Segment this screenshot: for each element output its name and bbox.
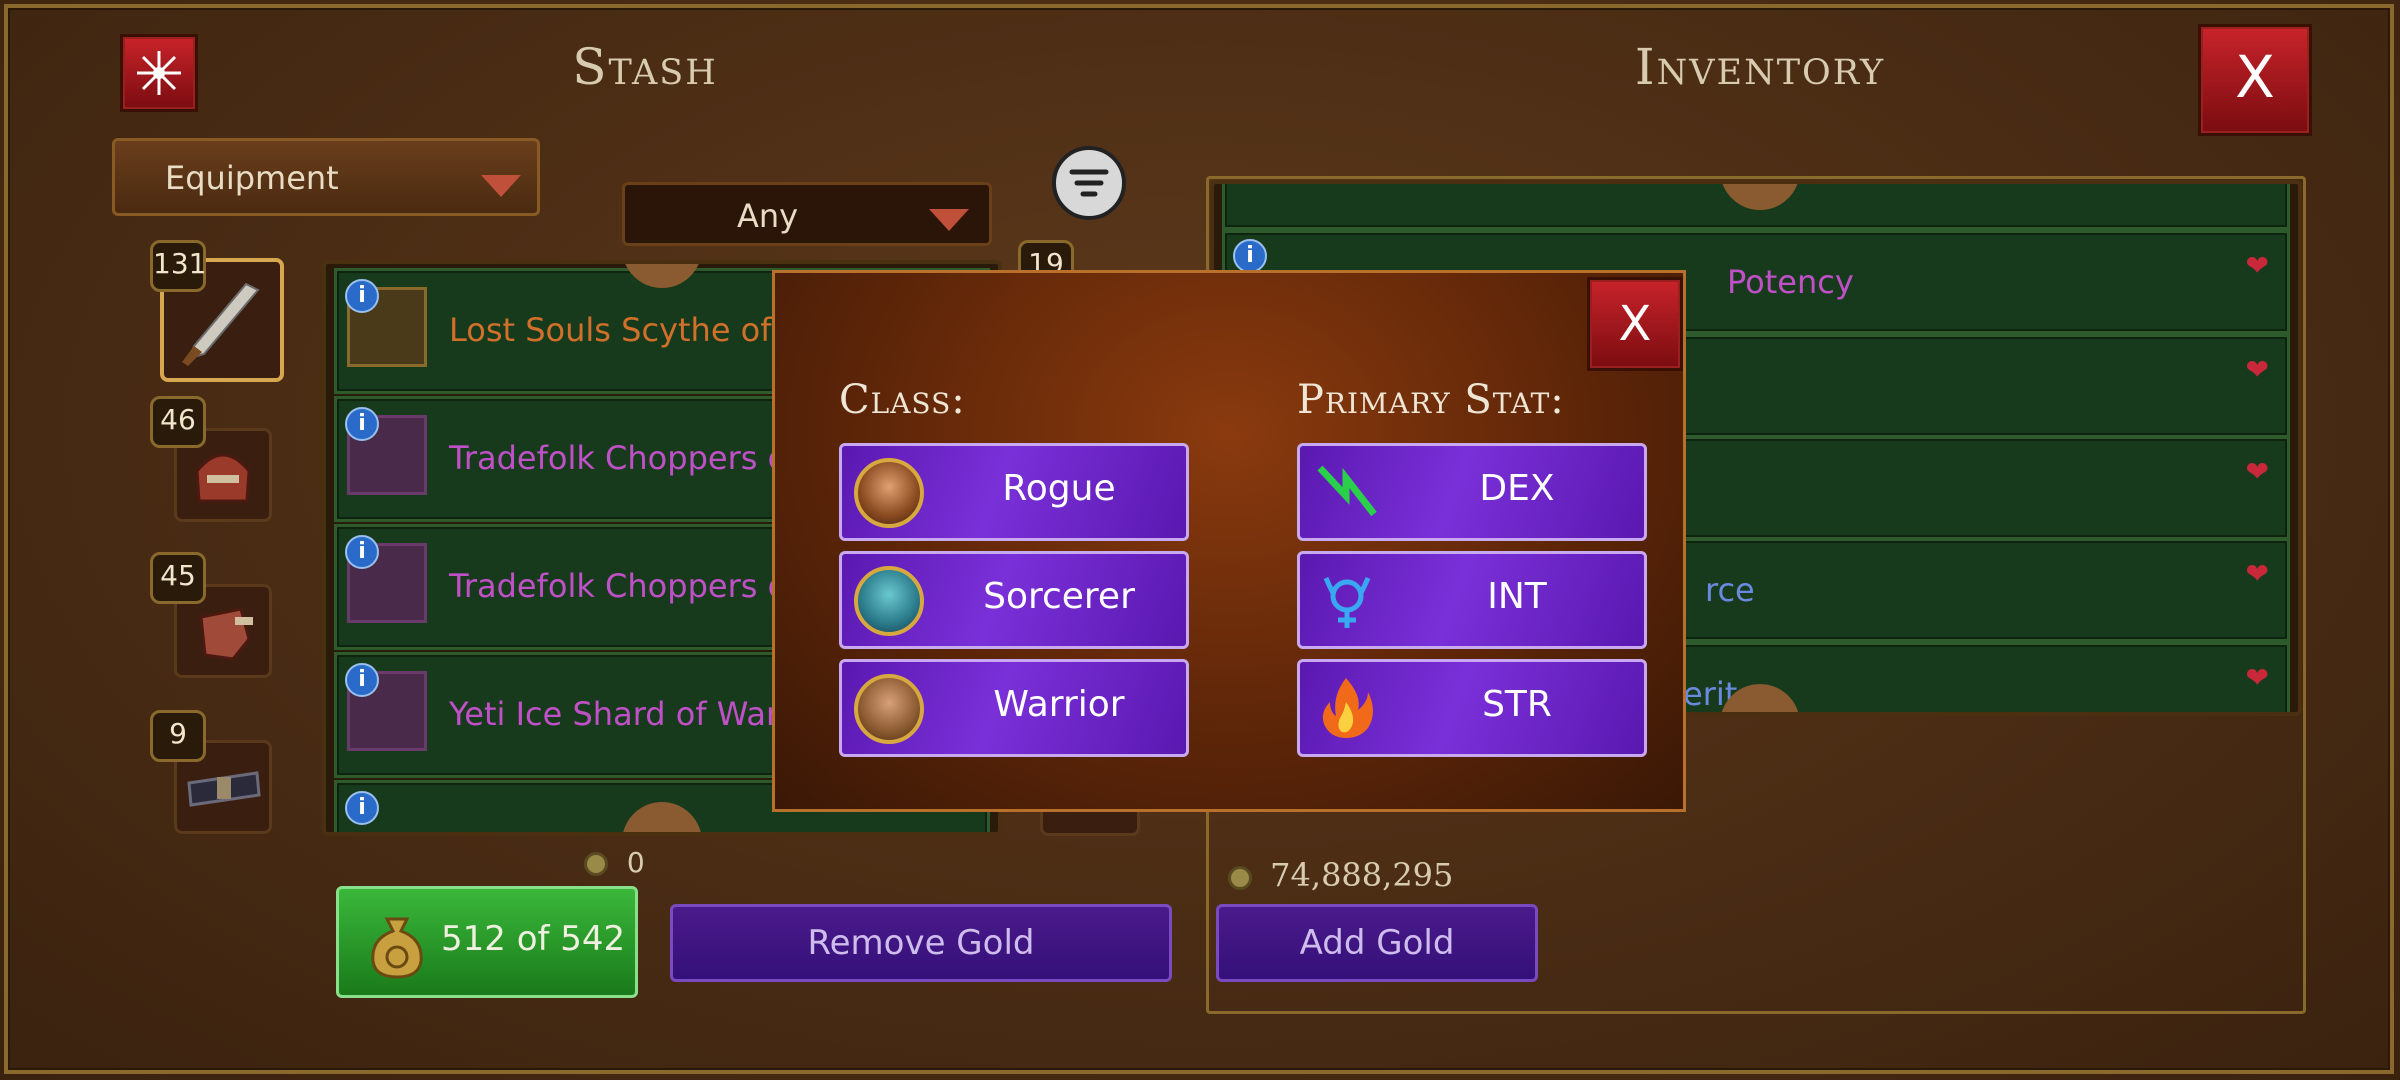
- info-icon[interactable]: i: [345, 535, 379, 569]
- class-option-label: Warrior: [993, 684, 1125, 725]
- inventory-title: Inventory: [1634, 38, 1886, 96]
- stat-option-str[interactable]: STR: [1297, 659, 1647, 757]
- category-count-badge: 131: [150, 240, 206, 292]
- category-count-badge: 9: [150, 710, 206, 762]
- info-icon[interactable]: i: [345, 279, 379, 313]
- modal-close-label: X: [1618, 296, 1652, 352]
- gold-coin-icon: [584, 852, 608, 876]
- add-gold-button[interactable]: Add Gold: [1216, 904, 1538, 982]
- item-name: Lost Souls Scythe of Fe: [449, 311, 819, 349]
- stash-gold-amount: 0: [626, 846, 645, 879]
- remove-gold-button[interactable]: Remove Gold: [670, 904, 1172, 982]
- filter-dropdown-value: Any: [737, 197, 799, 235]
- heart-icon[interactable]: ❤: [2246, 249, 2269, 282]
- str-icon: [1322, 678, 1373, 738]
- class-option-label: Sorcerer: [983, 576, 1135, 617]
- warrior-portrait: [854, 674, 924, 744]
- stat-option-int[interactable]: INT: [1297, 551, 1647, 649]
- class-option-sorcerer[interactable]: Sorcerer: [839, 551, 1189, 649]
- primary-stat-label: Primary Stat:: [1297, 377, 1565, 423]
- inventory-gold-amount: 74,888,295: [1270, 856, 1454, 894]
- heart-icon[interactable]: ❤: [2246, 661, 2269, 694]
- sorcerer-portrait: [854, 566, 924, 636]
- int-icon: [1323, 577, 1371, 628]
- class-option-warrior[interactable]: Warrior: [839, 659, 1189, 757]
- info-icon[interactable]: i: [345, 663, 379, 697]
- info-icon[interactable]: i: [345, 407, 379, 441]
- heart-icon[interactable]: ❤: [2246, 353, 2269, 386]
- stash-gold: 0: [584, 846, 645, 879]
- heart-icon[interactable]: ❤: [2246, 557, 2269, 590]
- info-icon[interactable]: i: [345, 791, 379, 825]
- star-menu-button[interactable]: [120, 34, 198, 112]
- stat-option-label: STR: [1482, 684, 1552, 725]
- filter-button[interactable]: [1052, 146, 1126, 220]
- filter-dropdown[interactable]: Any: [622, 182, 992, 246]
- stash-capacity-button[interactable]: 512 of 542: [336, 886, 638, 998]
- item-name: Yeti Ice Shard of War: [449, 695, 780, 733]
- stash-capacity-label: 512 of 542: [441, 919, 626, 959]
- stat-option-label: DEX: [1479, 468, 1555, 509]
- remove-gold-label: Remove Gold: [807, 923, 1035, 963]
- class-option-label: Rogue: [1002, 468, 1116, 509]
- category-dropdown[interactable]: Equipment: [112, 138, 540, 216]
- item-name: Tradefolk Choppers of: [449, 567, 799, 605]
- category-count-badge: 45: [150, 552, 206, 604]
- class-label: Class:: [839, 377, 966, 423]
- category-count-badge: 46: [150, 396, 206, 448]
- info-icon[interactable]: i: [1233, 239, 1267, 273]
- category-dropdown-value: Equipment: [165, 159, 339, 197]
- chevron-down-icon: [481, 175, 521, 197]
- dex-icon: [1317, 465, 1377, 517]
- stat-option-label: INT: [1487, 576, 1547, 617]
- stash-title: Stash: [572, 38, 718, 96]
- rogue-portrait: [854, 458, 924, 528]
- filter-modal: X Class: Primary Stat: Rogue Sorcerer Wa…: [772, 270, 1686, 812]
- inventory-close-label: X: [2235, 43, 2275, 111]
- chevron-down-icon: [929, 209, 969, 231]
- inventory-gold: 74,888,295: [1228, 856, 1453, 894]
- inventory-close-button[interactable]: X: [2198, 24, 2312, 136]
- item-name: Tradefolk Choppers of: [449, 439, 799, 477]
- filter-icon: [1069, 169, 1109, 197]
- gold-bag-icon: [371, 917, 423, 979]
- add-gold-label: Add Gold: [1299, 923, 1455, 963]
- heart-icon[interactable]: ❤: [2246, 455, 2269, 488]
- gold-coin-icon: [1228, 865, 1252, 890]
- item-name: rce: [1705, 571, 1755, 609]
- star-icon: [137, 51, 181, 95]
- item-name: Potency: [1727, 263, 1854, 301]
- class-option-rogue[interactable]: Rogue: [839, 443, 1189, 541]
- modal-close-button[interactable]: X: [1587, 277, 1683, 371]
- stat-option-dex[interactable]: DEX: [1297, 443, 1647, 541]
